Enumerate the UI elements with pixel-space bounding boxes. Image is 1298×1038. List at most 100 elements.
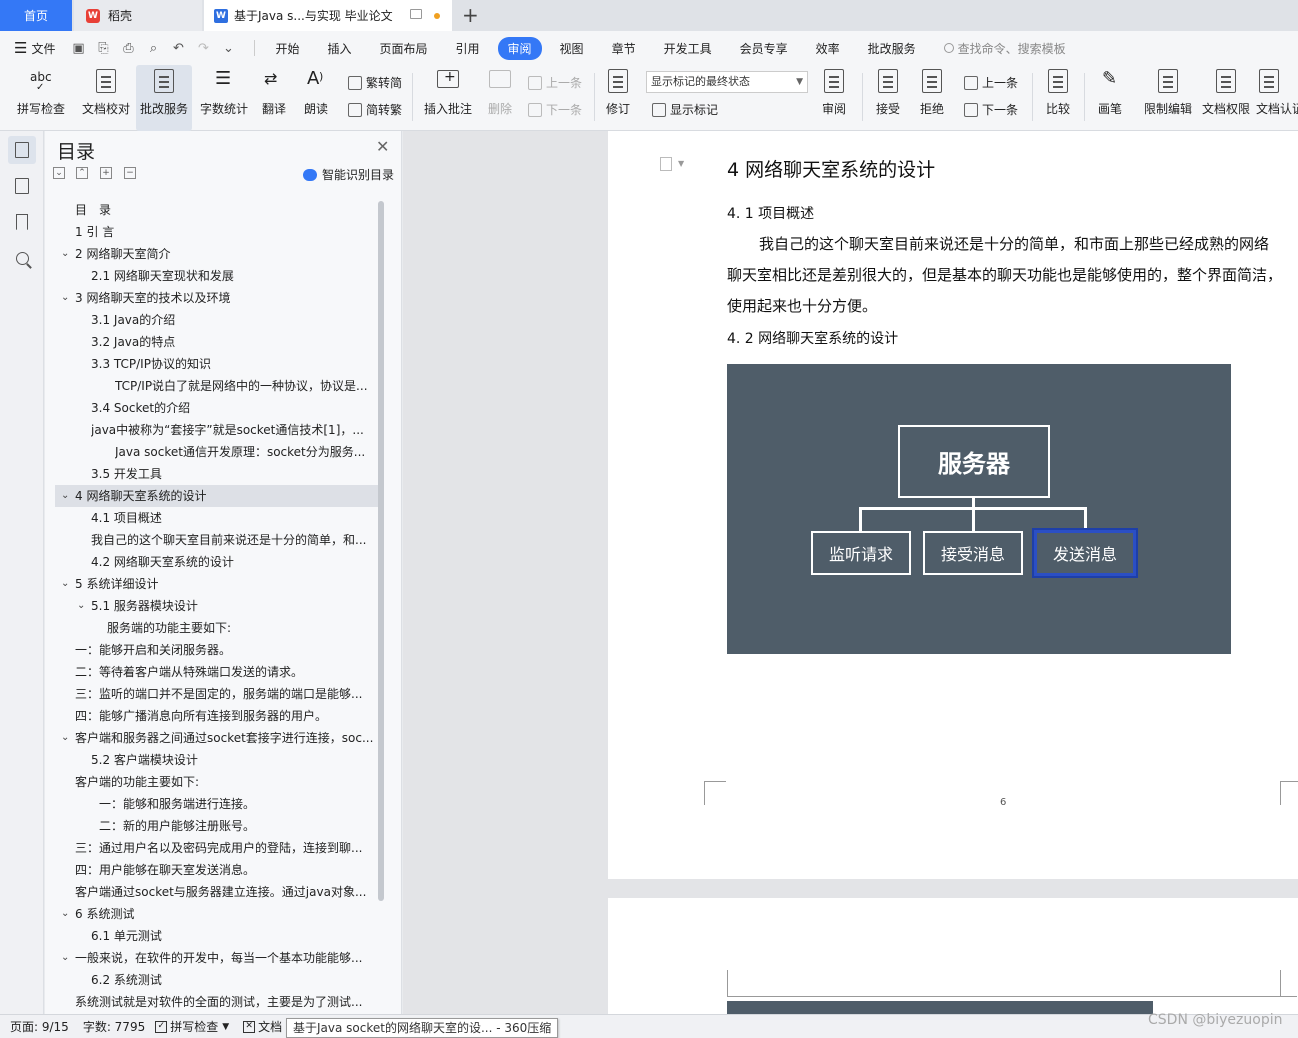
compare-button[interactable]: 比较: [1038, 65, 1078, 131]
diagram-node-send[interactable]: 发送消息: [1032, 528, 1138, 578]
toc-item[interactable]: 二：新的用户能够注册账号。: [55, 815, 379, 837]
toc-item[interactable]: 我自己的这个聊天室目前来说还是十分的简单，和...: [55, 529, 379, 551]
menu-tab-5[interactable]: 视图: [550, 37, 594, 60]
toc-item[interactable]: ⌄ 5.1 服务器模块设计: [55, 595, 379, 617]
menu-tab-9[interactable]: 效率: [806, 37, 850, 60]
print-icon[interactable]: ⎙: [119, 39, 137, 57]
menu-tab-2[interactable]: 页面布局: [370, 37, 438, 60]
toc-item[interactable]: 一：能够开启和关闭服务器。: [55, 639, 379, 661]
doc-permission-button[interactable]: 文档权限: [1198, 65, 1254, 131]
tab-document[interactable]: W 基于Java s...与实现 毕业论文: [204, 0, 452, 31]
trad-to-simp-button[interactable]: 繁转简: [348, 74, 402, 91]
smart-toc-button[interactable]: 智能识别目录: [303, 166, 394, 183]
toc-item[interactable]: 3.1 Java的介绍: [55, 309, 379, 331]
toc-item[interactable]: 3.2 Java的特点: [55, 331, 379, 353]
bookmark-rail-button[interactable]: [8, 208, 36, 236]
outline-rail-button[interactable]: [8, 172, 36, 200]
tab-docer[interactable]: W 稻壳: [74, 0, 202, 31]
menu-tab-4[interactable]: 审阅: [497, 36, 542, 60]
redo-icon[interactable]: ↷: [194, 39, 212, 57]
toc-item[interactable]: 二：等待着客户端从特殊端口发送的请求。: [55, 661, 379, 683]
prev-comment-button[interactable]: 上一条: [528, 74, 582, 91]
simp-to-trad-button[interactable]: 简转繁: [348, 101, 402, 118]
toc-item[interactable]: 4.1 项目概述: [55, 507, 379, 529]
toc-item[interactable]: ⌄ 6 系统测试: [55, 903, 379, 925]
save-icon[interactable]: ▣: [69, 39, 87, 57]
chevron-down-icon[interactable]: ⌄: [61, 287, 69, 309]
accept-button[interactable]: 接受: [868, 65, 908, 131]
toc-item[interactable]: TCP/IP说白了就是网络中的一种协议，协议是...: [55, 375, 379, 397]
export-icon[interactable]: ⎘: [94, 39, 112, 57]
next-change-button[interactable]: 下一条: [964, 101, 1018, 118]
toc-item[interactable]: Java socket通信开发原理：socket分为服务...: [55, 441, 379, 463]
show-markup-button[interactable]: 显示标记: [652, 101, 718, 118]
read-aloud-button[interactable]: A) 朗读: [298, 65, 334, 131]
doc-status-toggle[interactable]: ✕ 文档: [243, 1018, 282, 1035]
undo-icon[interactable]: ↶: [169, 39, 187, 57]
toc-item[interactable]: 3.3 TCP/IP协议的知识: [55, 353, 379, 375]
grading-service-button[interactable]: 批改服务: [136, 65, 192, 131]
menu-tab-7[interactable]: 开发工具: [654, 37, 722, 60]
word-count-button[interactable]: ☰ 字数统计: [196, 65, 252, 131]
toc-item[interactable]: 三：监听的端口并不是固定的，服务端的端口是能够...: [55, 683, 379, 705]
chevron-down-icon[interactable]: ⌄: [61, 947, 69, 969]
chevron-down-icon[interactable]: ⌄: [61, 727, 69, 749]
new-tab-plus-icon[interactable]: +: [462, 3, 479, 27]
spell-check-button[interactable]: abc ✓ 拼写检查: [8, 65, 74, 131]
delete-comment-button[interactable]: 删除: [480, 65, 520, 131]
hamburger-icon[interactable]: ☰: [14, 39, 27, 57]
toc-item[interactable]: ⌄ 5 系统详细设计: [55, 573, 379, 595]
insert-comment-button[interactable]: + 插入批注: [420, 65, 476, 131]
toc-item[interactable]: ⌄ 一般来说，在软件的开发中，每当一个基本功能能够...: [55, 947, 379, 969]
toc-rail-button[interactable]: [8, 136, 36, 164]
chevron-down-icon[interactable]: ⌄: [77, 595, 85, 617]
toc-item[interactable]: 四：用户能够在聊天室发送消息。: [55, 859, 379, 881]
monitor-icon[interactable]: [410, 9, 422, 19]
pen-button[interactable]: ✎ 画笔: [1090, 65, 1130, 131]
prev-change-button[interactable]: 上一条: [964, 74, 1018, 91]
toc-item[interactable]: 系统测试就是对软件的全面的测试，主要是为了测试...: [55, 991, 379, 1013]
architecture-diagram[interactable]: 服务器 监听请求 接受消息 发送消息: [727, 364, 1231, 654]
toc-item[interactable]: 6.1 单元测试: [55, 925, 379, 947]
restrict-edit-button[interactable]: 限制编辑: [1140, 65, 1196, 131]
menu-tab-6[interactable]: 章节: [602, 37, 646, 60]
search-rail-button[interactable]: [8, 244, 36, 272]
toc-item[interactable]: ⌄ 客户端和服务器之间通过socket套接字进行连接，soc...: [55, 727, 379, 749]
word-count-indicator[interactable]: 字数: 7795: [83, 1018, 145, 1035]
remove-item-icon[interactable]: −: [124, 167, 136, 179]
customize-chevron-icon[interactable]: ⌄: [219, 39, 237, 57]
toc-item[interactable]: 6.2 系统测试: [55, 969, 379, 991]
toc-item[interactable]: 1 引 言: [55, 221, 379, 243]
menu-tab-10[interactable]: 批改服务: [858, 37, 926, 60]
doc-cert-button[interactable]: 文档认证: [1256, 65, 1298, 131]
translate-button[interactable]: ⇄ 翻译: [254, 65, 294, 131]
toc-item[interactable]: ⌄ 4 网络聊天室系统的设计: [55, 485, 379, 507]
chevron-down-icon[interactable]: ⌄: [61, 903, 69, 925]
close-icon[interactable]: ✕: [376, 137, 389, 156]
page-indicator[interactable]: 页面: 9/15: [10, 1018, 69, 1035]
toc-item[interactable]: 一：能够和服务端进行连接。: [55, 793, 379, 815]
toc-item[interactable]: 三：通过用户名以及密码完成用户的登陆，连接到聊...: [55, 837, 379, 859]
toc-item[interactable]: java中被称为“套接字”就是socket通信技术[1]，...: [55, 419, 379, 441]
chevron-down-icon[interactable]: ⌄: [61, 485, 69, 507]
markup-state-select[interactable]: 显示标记的最终状态 ▼: [646, 71, 808, 93]
toc-item[interactable]: 2.1 网络聊天室现状和发展: [55, 265, 379, 287]
menu-tab-0[interactable]: 开始: [265, 37, 309, 60]
toc-item[interactable]: 5.2 客户端模块设计: [55, 749, 379, 771]
menu-tab-1[interactable]: 插入: [317, 37, 361, 60]
file-menu[interactable]: 文件: [31, 40, 55, 57]
page-format-icon[interactable]: [660, 157, 672, 171]
review-pane-button[interactable]: 审阅: [814, 65, 854, 131]
toc-scrollbar[interactable]: [378, 201, 384, 901]
toc-item[interactable]: 服务端的功能主要如下:: [55, 617, 379, 639]
toc-item[interactable]: 3.5 开发工具: [55, 463, 379, 485]
next-comment-button[interactable]: 下一条: [528, 101, 582, 118]
chevron-down-icon[interactable]: ⌄: [61, 243, 69, 265]
toc-item[interactable]: 3.4 Socket的介绍: [55, 397, 379, 419]
menu-tab-3[interactable]: 引用: [446, 37, 490, 60]
add-item-icon[interactable]: +: [100, 167, 112, 179]
menu-tab-8[interactable]: 会员专享: [730, 37, 798, 60]
collapse-all-icon[interactable]: ⌄: [53, 167, 65, 179]
chevron-down-icon[interactable]: ▼: [678, 159, 684, 168]
toc-item[interactable]: ⌄ 2 网络聊天室简介: [55, 243, 379, 265]
